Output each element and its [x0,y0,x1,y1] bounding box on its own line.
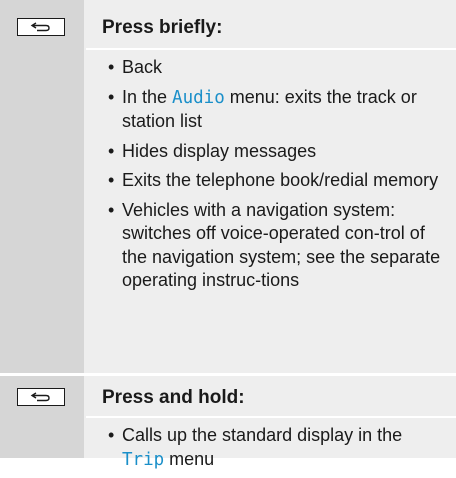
back-key-icon [17,18,65,36]
table-row: Press and hold: Calls up the standard di… [0,376,456,470]
row-heading: Press briefly: [102,17,223,38]
menu-name-audio: Audio [172,87,225,108]
list-item: In the Audio menu: exits the track or st… [108,86,448,134]
list-item: Back [108,56,448,80]
list-item: Exits the telephone book/redial memory [108,169,448,193]
row-divider [86,48,456,50]
menu-name-trip: Trip [122,449,165,470]
table-row: Press briefly: Back In the Audio menu: e… [0,0,456,373]
description-cell: Press briefly: Back In the Audio menu: e… [86,0,456,373]
function-list: Calls up the standard display in the Tri… [108,424,448,478]
row-divider [86,416,456,418]
function-list: Back In the Audio menu: exits the track … [108,56,448,299]
description-cell: Press and hold: Calls up the standard di… [86,376,456,470]
list-item: Calls up the standard display in the Tri… [108,424,448,472]
row-heading: Press and hold: [102,387,245,408]
key-cell [0,0,84,373]
key-cell [0,376,84,458]
manual-key-table: Press briefly: Back In the Audio menu: e… [0,0,456,470]
back-key-icon [17,388,65,406]
list-item: Vehicles with a navigation system: switc… [108,199,448,293]
list-item: Hides display messages [108,140,448,164]
